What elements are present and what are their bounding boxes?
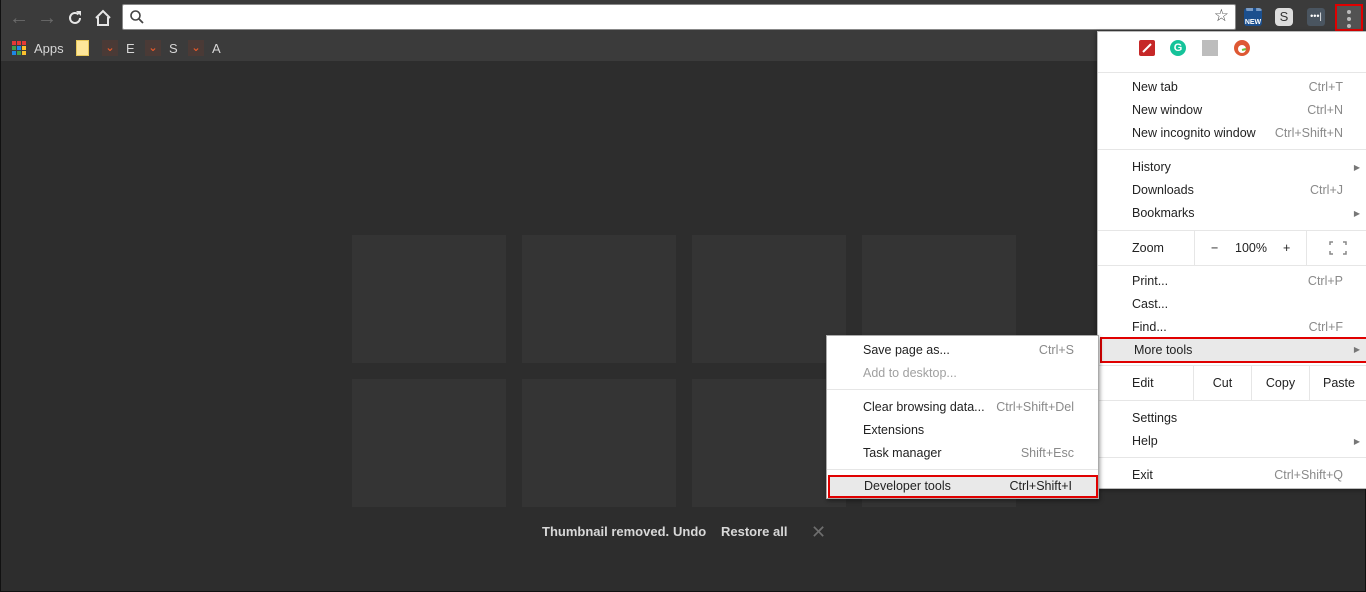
menu-item-save-page-as[interactable]: Save page as... Ctrl+S xyxy=(827,339,1098,362)
submenu-arrow-icon: ▶ xyxy=(1353,437,1360,446)
browser-toolbar: ← → ☆ NEW S •••| xyxy=(1,0,1366,34)
blank-extension-icon[interactable] xyxy=(1202,40,1218,56)
browser-window: ← → ☆ NEW S •••| Apps ⌄ E ⌄ S ⌄ A Thumbn… xyxy=(0,0,1366,592)
edit-row: Edit Cut Copy Paste xyxy=(1098,366,1366,400)
home-button[interactable] xyxy=(91,6,115,30)
edit-label: Edit xyxy=(1132,376,1154,390)
menu-item-new-incognito-window[interactable]: New incognito window Ctrl+Shift+N xyxy=(1098,122,1366,145)
duckduckgo-icon[interactable] xyxy=(1234,40,1250,56)
s-extension[interactable]: S xyxy=(1275,8,1293,26)
more-tools-submenu: Save page as... Ctrl+S Add to desktop... … xyxy=(826,335,1099,499)
dots-extension[interactable]: •••| xyxy=(1307,8,1325,26)
chevron-bookmark-icon: ⌄ xyxy=(145,40,161,56)
paste-button[interactable]: Paste xyxy=(1309,366,1366,400)
forward-button[interactable]: → xyxy=(35,6,59,30)
zoom-label: Zoom xyxy=(1132,241,1164,255)
most-visited-tile[interactable] xyxy=(692,235,846,363)
search-icon xyxy=(130,10,144,24)
close-icon[interactable]: ✕ xyxy=(811,523,826,541)
most-visited-tile[interactable] xyxy=(692,379,846,507)
zoom-out-button[interactable]: − xyxy=(1211,231,1218,265)
grammarly-icon[interactable]: G xyxy=(1170,40,1186,56)
address-input[interactable] xyxy=(151,7,1205,27)
menu-item-help[interactable]: Help ▶ xyxy=(1098,430,1366,453)
fullscreen-icon xyxy=(1328,241,1347,255)
apps-grid-icon xyxy=(12,41,26,55)
menu-separator xyxy=(1098,400,1366,401)
restore-all-link[interactable]: Restore all xyxy=(721,524,787,539)
chrome-main-menu: G New tab Ctrl+T New window Ctrl+N New inc… xyxy=(1097,31,1366,489)
copy-button[interactable]: Copy xyxy=(1251,366,1309,400)
menu-item-history[interactable]: History ▶ xyxy=(1098,156,1366,179)
menu-item-new-window[interactable]: New window Ctrl+N xyxy=(1098,99,1366,122)
zoom-row: Zoom − 100% + xyxy=(1098,231,1366,265)
submenu-arrow-icon: ▶ xyxy=(1353,345,1360,354)
arrow-right-icon: → xyxy=(37,7,57,29)
menu-item-more-tools[interactable]: More tools ▶ xyxy=(1100,337,1366,363)
most-visited-tile[interactable] xyxy=(352,379,506,507)
most-visited-tile[interactable] xyxy=(522,235,676,363)
menu-item-cast[interactable]: Cast... xyxy=(1098,293,1366,316)
submenu-arrow-icon: ▶ xyxy=(1353,163,1360,172)
thumbnail-removed-message: Thumbnail removed. xyxy=(542,524,670,539)
arrow-left-icon: ← xyxy=(9,7,29,29)
vertical-dots-icon xyxy=(1337,10,1361,28)
zoom-level: 100% xyxy=(1235,241,1267,255)
menu-item-extensions[interactable]: Extensions xyxy=(827,419,1098,442)
menu-item-find[interactable]: Find... Ctrl+F xyxy=(1098,316,1366,339)
bookmark-e[interactable]: ⌄ E xyxy=(102,38,135,58)
cut-button[interactable]: Cut xyxy=(1193,366,1251,400)
menu-separator xyxy=(1098,72,1366,73)
chevron-bookmark-icon: ⌄ xyxy=(188,40,204,56)
back-button[interactable]: ← xyxy=(7,6,31,30)
folder-icon xyxy=(76,40,89,56)
menu-item-task-manager[interactable]: Task manager Shift+Esc xyxy=(827,442,1098,465)
menu-item-settings[interactable]: Settings xyxy=(1098,407,1366,430)
menu-item-exit[interactable]: Exit Ctrl+Shift+Q xyxy=(1098,464,1366,487)
bookmark-s[interactable]: ⌄ S xyxy=(145,38,178,58)
chevron-bookmark-icon: ⌄ xyxy=(102,40,118,56)
menu-item-add-to-desktop: Add to desktop... xyxy=(863,366,957,380)
menu-item-clear-browsing-data[interactable]: Clear browsing data... Ctrl+Shift+Del xyxy=(827,396,1098,419)
star-icon[interactable]: ☆ xyxy=(1214,6,1229,26)
menu-separator xyxy=(1098,265,1366,266)
menu-item-developer-tools[interactable]: Developer tools Ctrl+Shift+I xyxy=(828,475,1098,498)
reload-button[interactable] xyxy=(63,6,87,30)
most-visited-tile[interactable] xyxy=(352,235,506,363)
most-visited-tile[interactable] xyxy=(522,379,676,507)
fullscreen-button[interactable] xyxy=(1306,231,1366,265)
menu-item-downloads[interactable]: Downloads Ctrl+J xyxy=(1098,179,1366,202)
submenu-arrow-icon: ▶ xyxy=(1353,209,1360,218)
menu-item-print[interactable]: Print... Ctrl+P xyxy=(1098,270,1366,293)
reload-icon xyxy=(69,11,81,24)
menu-separator xyxy=(827,469,1098,470)
zoom-in-button[interactable]: + xyxy=(1283,231,1290,265)
menu-item-bookmarks[interactable]: Bookmarks ▶ xyxy=(1098,202,1366,225)
address-bar[interactable]: ☆ xyxy=(122,4,1236,30)
pen-extension-icon[interactable] xyxy=(1139,40,1155,56)
bookmark-folder[interactable] xyxy=(76,38,89,58)
menu-separator xyxy=(1098,149,1366,150)
undo-link[interactable]: Undo xyxy=(673,524,706,539)
menu-item-new-tab[interactable]: New tab Ctrl+T xyxy=(1098,76,1366,99)
menu-extension-icons: G xyxy=(1098,32,1366,72)
zoom-controls: − 100% + xyxy=(1194,231,1306,265)
menu-separator xyxy=(1098,457,1366,458)
home-icon xyxy=(95,9,111,26)
bookmark-a[interactable]: ⌄ A xyxy=(188,38,221,58)
bookmark-apps[interactable]: Apps xyxy=(12,38,64,58)
menu-separator xyxy=(827,389,1098,390)
chrome-menu-button[interactable] xyxy=(1335,4,1363,31)
new-badge-extension[interactable]: NEW xyxy=(1244,8,1262,26)
